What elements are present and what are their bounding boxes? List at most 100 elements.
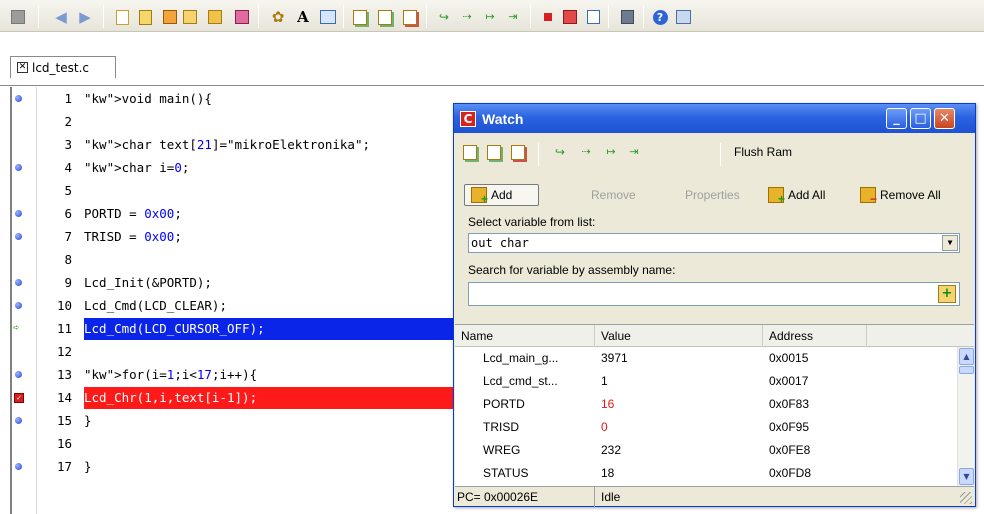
executable-line-icon[interactable] (15, 164, 22, 171)
search-variable-label: Search for variable by assembly name: (468, 263, 676, 277)
breakpoints-list-icon[interactable] (583, 7, 603, 27)
toggle-breakpoint-icon[interactable] (560, 7, 580, 27)
stop-icon[interactable] (538, 7, 558, 27)
build-all-icon[interactable] (375, 7, 395, 27)
minimize-button[interactable]: _ (886, 108, 907, 129)
save-icon[interactable] (8, 7, 28, 27)
column-name[interactable]: Name (455, 325, 595, 347)
assembly-name-input[interactable]: + (468, 282, 960, 306)
font-icon[interactable]: A (293, 7, 313, 27)
project-icon[interactable] (160, 7, 180, 27)
line-number: 8 (64, 252, 72, 267)
table-row[interactable]: WREG 232 0x0FE8 (455, 439, 955, 461)
maximize-button[interactable]: □ (910, 108, 931, 129)
executable-line-icon[interactable] (15, 279, 22, 286)
toolbar-separator (608, 5, 609, 28)
table-row[interactable]: STATUS 18 0x0FD8 (455, 462, 955, 484)
watch-toolbar: ↪ ⇢ ↦ ⇥ Flush Ram (454, 133, 975, 171)
tools-icon[interactable] (232, 7, 252, 27)
table-row[interactable]: Lcd_cmd_st... 1 0x0017 (455, 370, 955, 392)
step-over-icon[interactable]: ⇢ (457, 7, 477, 27)
remove-label: Remove (591, 188, 636, 202)
line-code: "kw">char i=0; (84, 160, 190, 175)
executable-line-icon[interactable] (15, 233, 22, 240)
watch-run-to-cursor-icon[interactable]: ⇥ (624, 142, 644, 162)
executable-line-icon[interactable] (15, 95, 22, 102)
options-icon[interactable] (205, 7, 225, 27)
tab-label: lcd_test.c (32, 60, 90, 75)
add-all-button[interactable]: Add All (768, 184, 825, 206)
watch-step-out-icon[interactable]: ↦ (601, 142, 621, 162)
help-icon[interactable]: ? (650, 7, 670, 27)
scroll-down-icon[interactable]: ▼ (959, 468, 974, 485)
exit-icon[interactable] (673, 7, 693, 27)
step-into-icon[interactable]: ↪ (434, 7, 454, 27)
line-code: } (84, 413, 92, 428)
vertical-scrollbar[interactable]: ▲ ▼ (957, 347, 974, 487)
executable-line-icon[interactable] (15, 417, 22, 424)
executable-line-icon[interactable] (15, 371, 22, 378)
column-address[interactable]: Address (763, 325, 867, 347)
line-code: "kw">for(i=1;i<17;i++){ (84, 367, 258, 382)
toolbar-separator (643, 5, 644, 28)
cell-value: 1 (601, 374, 608, 388)
toolbar-separator (258, 5, 259, 28)
add-button[interactable]: Add (464, 184, 539, 206)
remove-button[interactable]: Remove (591, 184, 636, 206)
line-number: 1 (64, 91, 72, 106)
line-number: 15 (56, 413, 72, 428)
cell-address: 0x0FE8 (769, 443, 811, 457)
table-row[interactable]: PORTD 16 0x0F83 (455, 393, 955, 415)
flush-ram-button[interactable]: Flush Ram (734, 145, 792, 159)
paste-icon[interactable] (135, 7, 155, 27)
scrollbar-thumb[interactable] (959, 366, 974, 374)
remove-all-button[interactable]: Remove All (860, 184, 941, 206)
close-icon[interactable]: ✕ (17, 62, 28, 73)
image-icon[interactable] (318, 7, 338, 27)
column-value[interactable]: Value (595, 325, 763, 347)
add-variable-icon[interactable]: + (938, 285, 956, 303)
line-number: 12 (56, 344, 72, 359)
back-icon[interactable]: ◀ (51, 7, 71, 27)
variable-select[interactable]: out char ▼ (468, 233, 960, 253)
watch-step-into-icon[interactable]: ↪ (550, 142, 570, 162)
table-row[interactable]: TRISD 0 0x0F95 (455, 416, 955, 438)
watch-step-over-icon[interactable]: ⇢ (576, 142, 596, 162)
table-row[interactable]: Lcd_main_g... 3971 0x0015 (455, 347, 955, 369)
watch-app-icon: C (460, 110, 476, 127)
watch-build-icon[interactable] (460, 142, 480, 162)
watch-clean-icon[interactable] (508, 142, 528, 162)
executable-line-icon[interactable] (15, 463, 22, 470)
cell-value: 232 (601, 443, 622, 457)
watch-build-all-icon[interactable] (484, 142, 504, 162)
scroll-up-icon[interactable]: ▲ (959, 348, 974, 365)
line-number: 17 (56, 459, 72, 474)
watch-title-bar[interactable]: C Watch _ □ ✕ (454, 104, 975, 133)
line-number: 13 (56, 367, 72, 382)
status-program-counter: PC= 0x00026E (455, 487, 595, 507)
copy-icon[interactable] (112, 7, 132, 27)
line-number: 6 (64, 206, 72, 221)
edit-project-icon[interactable] (180, 7, 200, 27)
options-icon[interactable]: ✿ (268, 7, 288, 27)
step-out-icon[interactable]: ↦ (480, 7, 500, 27)
watch-close-button[interactable]: ✕ (934, 108, 955, 129)
properties-button[interactable]: Properties (685, 184, 740, 206)
chevron-down-icon[interactable]: ▼ (942, 235, 958, 251)
tab-lcd-test[interactable]: ✕ lcd_test.c (10, 56, 116, 78)
forward-icon[interactable]: ▶ (75, 7, 95, 27)
breakpoint-icon[interactable]: ✓ (14, 393, 24, 403)
cell-value: 18 (601, 466, 615, 480)
cell-name: STATUS (483, 466, 529, 480)
clean-icon[interactable] (400, 7, 420, 27)
watch-table: Name Value Address Lcd_main_g... 3971 0x00… (455, 324, 974, 487)
executable-line-icon[interactable] (15, 210, 22, 217)
toolbar-separator (103, 5, 104, 28)
window-icon[interactable] (617, 7, 637, 27)
build-icon[interactable] (350, 7, 370, 27)
current-line-arrow-icon[interactable]: ➪ (13, 322, 22, 333)
resize-grip[interactable] (960, 492, 972, 504)
table-header: Name Value Address (455, 325, 974, 347)
run-to-cursor-icon[interactable]: ⇥ (503, 7, 523, 27)
executable-line-icon[interactable] (15, 302, 22, 309)
